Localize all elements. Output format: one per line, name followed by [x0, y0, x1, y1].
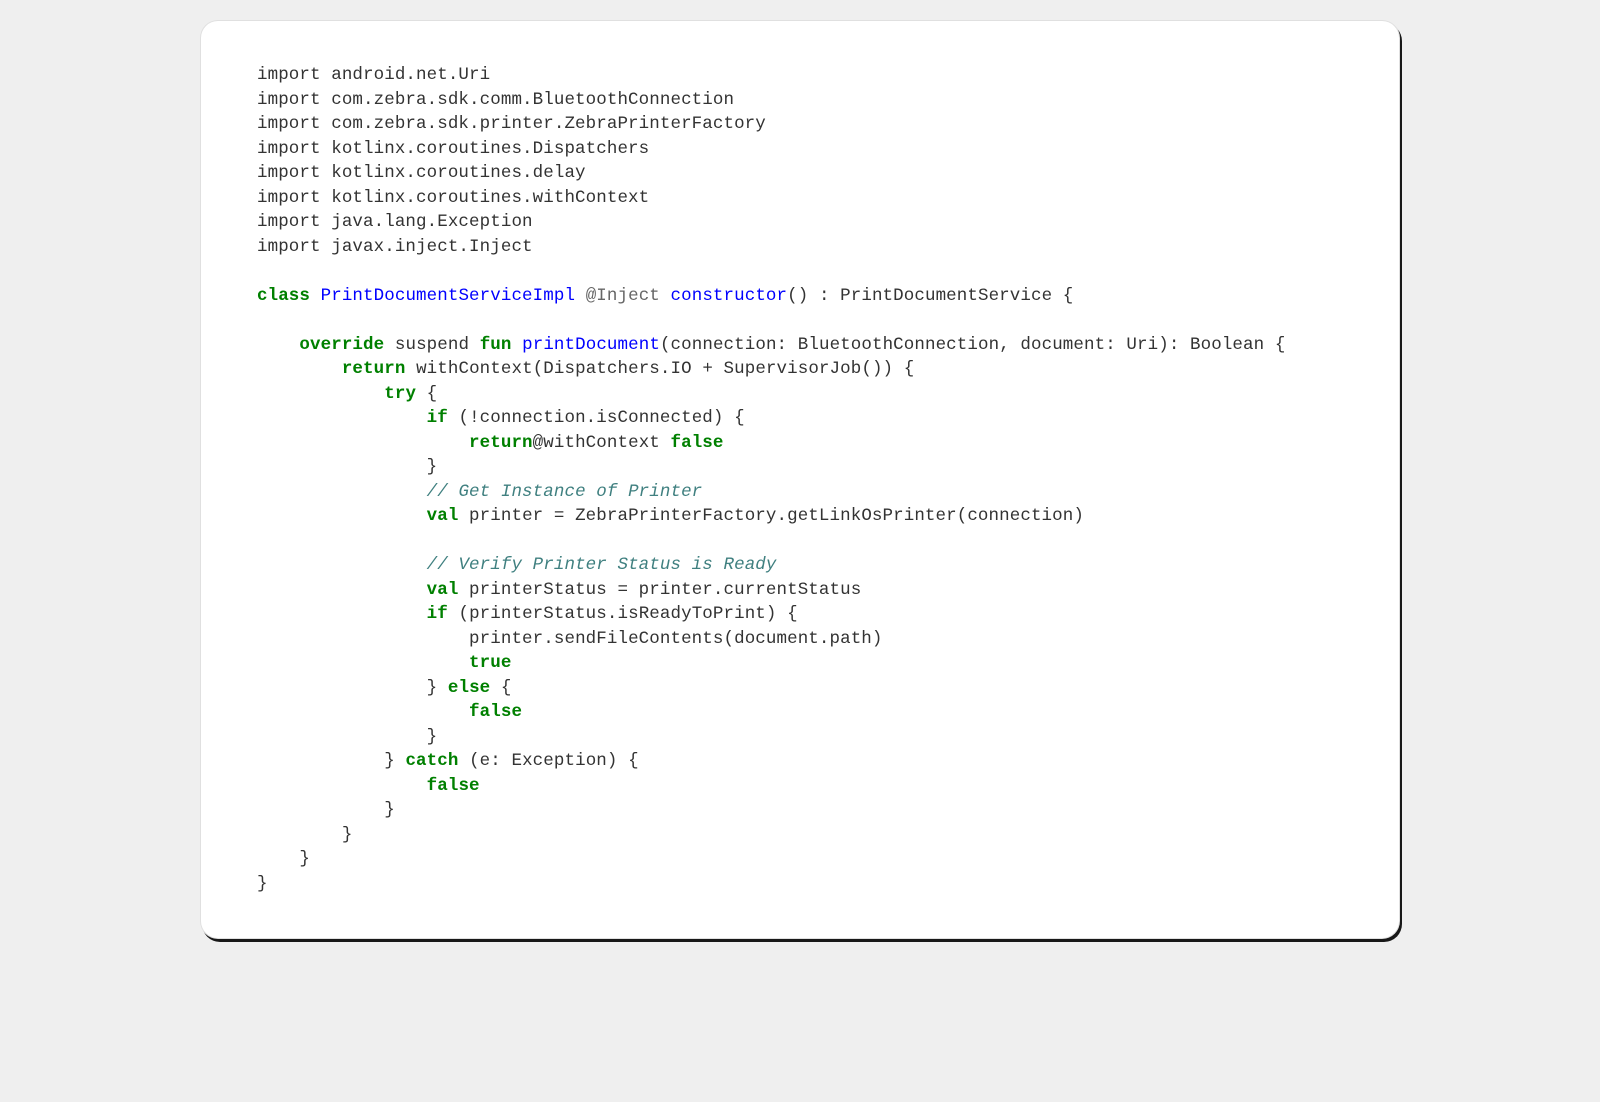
sendfile-line: printer.sendFileContents(document.path)	[469, 629, 882, 649]
close-brace: }	[384, 800, 395, 820]
code-card: import android.net.Uri import com.zebra.…	[200, 20, 1400, 939]
suspend-keyword: suspend	[395, 335, 469, 355]
comment-line: // Verify Printer Status is Ready	[427, 555, 777, 575]
close-brace: }	[427, 727, 438, 747]
else-keyword: else	[448, 678, 490, 698]
return-keyword: return	[342, 359, 406, 379]
if-condition: (!connection.isConnected) {	[448, 408, 745, 428]
catch-params: (e: Exception) {	[458, 751, 638, 771]
val-keyword: val	[427, 580, 459, 600]
printerstatus-line: printerStatus = printer.currentStatus	[458, 580, 861, 600]
import-line: import android.net.Uri	[257, 65, 490, 85]
true-literal: true	[469, 653, 511, 673]
import-line: import kotlinx.coroutines.withContext	[257, 188, 649, 208]
if-keyword: if	[427, 604, 448, 624]
inject-annotation: @Inject	[586, 286, 660, 306]
try-keyword: try	[384, 384, 416, 404]
false-literal: false	[427, 776, 480, 796]
close-brace: }	[299, 849, 310, 869]
close-brace: }	[427, 457, 438, 477]
close-brace: }	[257, 874, 268, 894]
at-label: @withContext	[533, 433, 671, 453]
import-line: import kotlinx.coroutines.delay	[257, 163, 586, 183]
if-keyword: if	[427, 408, 448, 428]
false-literal: false	[469, 702, 522, 722]
method-name: printDocument	[522, 335, 660, 355]
import-line: import kotlinx.coroutines.Dispatchers	[257, 139, 649, 159]
close-brace: }	[342, 825, 353, 845]
class-signature-tail: () : PrintDocumentService {	[787, 286, 1073, 306]
comment-line: // Get Instance of Printer	[427, 482, 703, 502]
import-line: import com.zebra.sdk.comm.BluetoothConne…	[257, 90, 734, 110]
code-block: import android.net.Uri import com.zebra.…	[257, 63, 1343, 896]
import-line: import javax.inject.Inject	[257, 237, 533, 257]
method-params: (connection: BluetoothConnection, docume…	[660, 335, 1286, 355]
fun-keyword: fun	[480, 335, 512, 355]
false-literal: false	[671, 433, 724, 453]
if-condition: (printerStatus.isReadyToPrint) {	[448, 604, 798, 624]
withcontext-args: (Dispatchers.IO + SupervisorJob()) {	[533, 359, 915, 379]
withcontext-call: withContext	[416, 359, 533, 379]
printer-line: printer = ZebraPrinterFactory.getLinkOsP…	[458, 506, 1084, 526]
val-keyword: val	[427, 506, 459, 526]
override-keyword: override	[299, 335, 384, 355]
return-keyword: return	[469, 433, 533, 453]
class-keyword: class	[257, 286, 310, 306]
catch-keyword: catch	[405, 751, 458, 771]
constructor-keyword: constructor	[671, 286, 788, 306]
import-line: import java.lang.Exception	[257, 212, 533, 232]
class-name: PrintDocumentServiceImpl	[321, 286, 575, 306]
import-line: import com.zebra.sdk.printer.ZebraPrinte…	[257, 114, 766, 134]
